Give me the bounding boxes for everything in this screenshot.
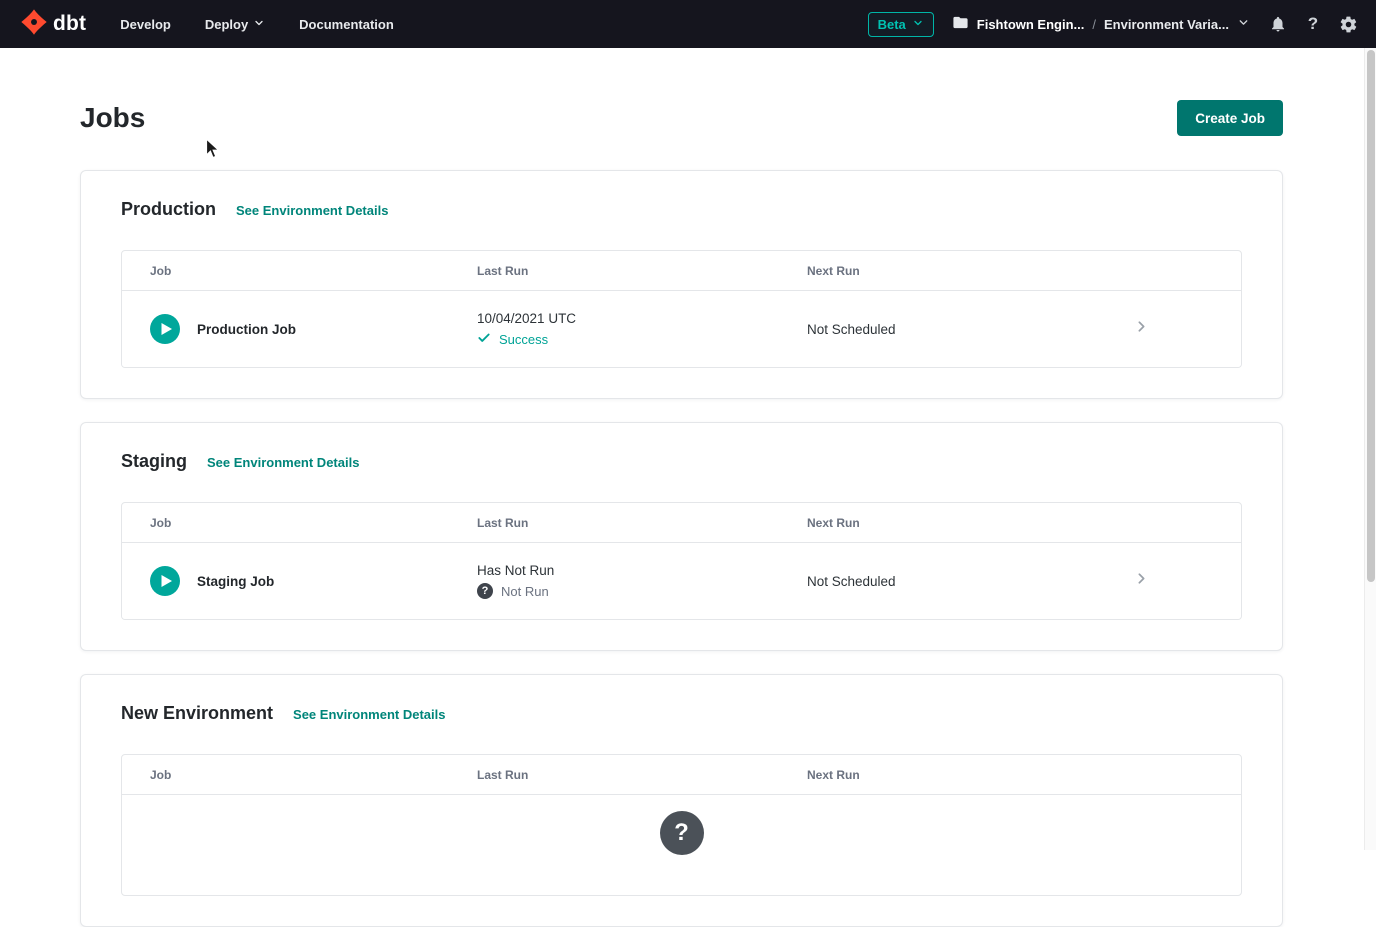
column-header-job: Job: [122, 768, 477, 782]
chevron-down-icon: [1237, 16, 1250, 32]
chevron-right-icon[interactable]: [1133, 570, 1150, 592]
nav-item-develop[interactable]: Develop: [120, 17, 171, 32]
dbt-logo[interactable]: dbt: [20, 8, 86, 41]
environment-name: Staging: [121, 451, 187, 472]
check-icon: [477, 331, 491, 348]
row-chevron-cell: [1041, 318, 1241, 340]
nav-item-documentation[interactable]: Documentation: [299, 17, 394, 32]
column-header-last-run: Last Run: [477, 768, 807, 782]
jobs-table-header: Job Last Run Next Run: [122, 755, 1241, 795]
job-row-staging[interactable]: Staging Job Has Not Run ? Not Run Not Sc…: [122, 543, 1241, 619]
environment-card-header: Production See Environment Details: [121, 199, 1242, 220]
chevron-down-icon: [253, 17, 265, 32]
primary-nav: Develop Deploy Documentation: [120, 17, 394, 32]
see-environment-details-link[interactable]: See Environment Details: [236, 203, 388, 218]
breadcrumb-account[interactable]: Fishtown Engin...: [977, 17, 1085, 32]
bell-icon[interactable]: [1268, 14, 1288, 34]
dbt-logo-icon: [20, 8, 48, 41]
see-environment-details-link[interactable]: See Environment Details: [293, 707, 445, 722]
scrollbar-thumb[interactable]: [1367, 50, 1375, 582]
scrollbar-track[interactable]: [1364, 48, 1376, 850]
see-environment-details-link[interactable]: See Environment Details: [207, 455, 359, 470]
environment-name: New Environment: [121, 703, 273, 724]
column-header-next-run: Next Run: [807, 516, 1041, 530]
breadcrumb-project[interactable]: Environment Varia...: [1104, 17, 1229, 32]
nav-icon-group: ?: [1268, 14, 1358, 34]
column-header-job: Job: [122, 516, 477, 530]
environment-card-header: New Environment See Environment Details: [121, 703, 1242, 724]
environment-card-new-environment: New Environment See Environment Details …: [80, 674, 1283, 927]
job-row-production[interactable]: Production Job 10/04/2021 UTC Success No…: [122, 291, 1241, 367]
next-run-cell: Not Scheduled: [807, 322, 1041, 337]
help-icon[interactable]: ?: [1303, 14, 1323, 34]
question-circle-icon: ?: [660, 811, 704, 855]
top-nav: dbt Develop Deploy Documentation Beta Fi…: [0, 0, 1376, 48]
column-header-next-run: Next Run: [807, 768, 1041, 782]
breadcrumb-separator: /: [1092, 17, 1096, 32]
environment-card-staging: Staging See Environment Details Job Last…: [80, 422, 1283, 651]
job-name: Staging Job: [197, 574, 274, 589]
chevron-down-icon: [912, 17, 924, 32]
question-circle-icon: ?: [477, 583, 493, 599]
column-header-last-run: Last Run: [477, 516, 807, 530]
jobs-table: Job Last Run Next Run ?: [121, 754, 1242, 896]
row-chevron-cell: [1041, 570, 1241, 592]
environment-card-header: Staging See Environment Details: [121, 451, 1242, 472]
job-cell: Staging Job: [122, 566, 477, 596]
nav-left: dbt Develop Deploy Documentation: [20, 8, 394, 41]
last-run-status: ? Not Run: [477, 583, 807, 599]
beta-dropdown[interactable]: Beta: [868, 12, 934, 37]
page-header: Jobs Create Job: [80, 100, 1283, 136]
last-run-status: Success: [477, 331, 807, 348]
last-run-date: Has Not Run: [477, 563, 807, 578]
nav-item-deploy[interactable]: Deploy: [205, 17, 265, 32]
job-cell: Production Job: [122, 314, 477, 344]
main-content: Jobs Create Job Production See Environme…: [80, 100, 1283, 927]
run-job-play-button[interactable]: [150, 566, 180, 596]
jobs-table: Job Last Run Next Run Staging Job Has No…: [121, 502, 1242, 620]
environment-card-production: Production See Environment Details Job L…: [80, 170, 1283, 399]
gear-icon[interactable]: [1338, 14, 1358, 34]
next-run-cell: Not Scheduled: [807, 574, 1041, 589]
dbt-logo-text: dbt: [53, 12, 86, 36]
run-job-play-button[interactable]: [150, 314, 180, 344]
jobs-table-header: Job Last Run Next Run: [122, 503, 1241, 543]
column-header-next-run: Next Run: [807, 264, 1041, 278]
jobs-table: Job Last Run Next Run Production Job 10/…: [121, 250, 1242, 368]
column-header-last-run: Last Run: [477, 264, 807, 278]
last-run-cell: 10/04/2021 UTC Success: [477, 311, 807, 348]
job-name: Production Job: [197, 322, 296, 337]
jobs-table-header: Job Last Run Next Run: [122, 251, 1241, 291]
last-run-date: 10/04/2021 UTC: [477, 311, 807, 326]
nav-right: Beta Fishtown Engin... / Environment Var…: [868, 12, 1358, 37]
last-run-cell: Has Not Run ? Not Run: [477, 563, 807, 599]
column-header-job: Job: [122, 264, 477, 278]
folder-icon: [952, 14, 969, 34]
environment-name: Production: [121, 199, 216, 220]
chevron-right-icon[interactable]: [1133, 318, 1150, 340]
create-job-button[interactable]: Create Job: [1177, 100, 1283, 136]
empty-jobs-state: ?: [122, 795, 1241, 895]
breadcrumb[interactable]: Fishtown Engin... / Environment Varia...: [952, 14, 1250, 34]
page-title: Jobs: [80, 102, 145, 134]
